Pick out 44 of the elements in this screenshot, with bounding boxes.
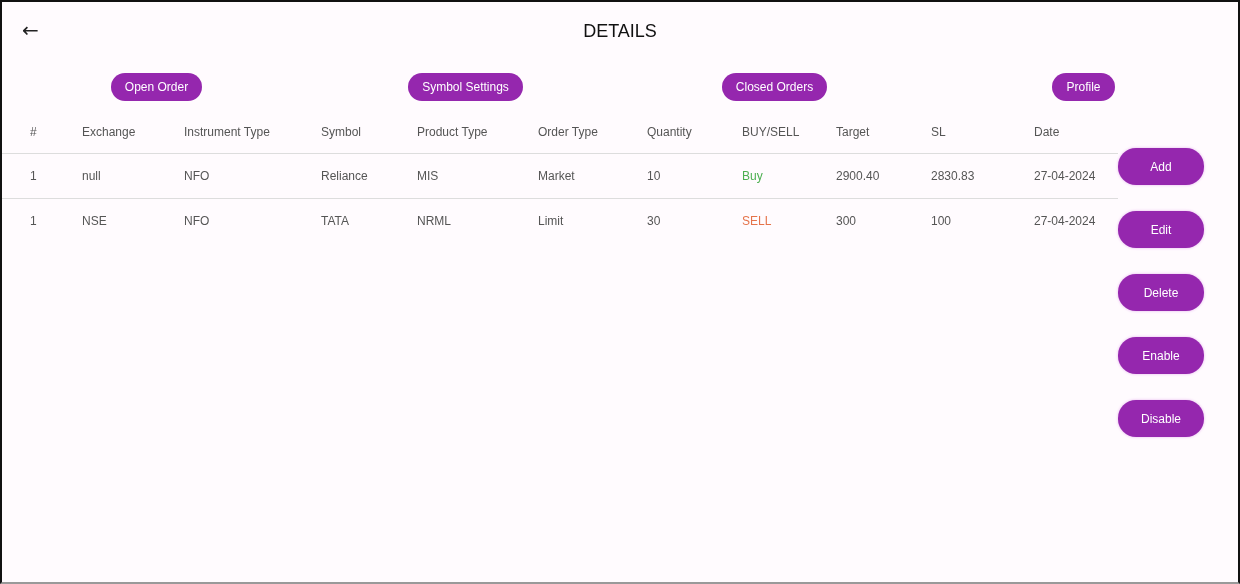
column-header: Exchange: [82, 124, 137, 139]
table-cell-text: 1: [30, 214, 38, 228]
action-button[interactable]: Disable: [1118, 400, 1204, 437]
table-cell-text: 300: [836, 214, 858, 228]
table-cell-text: null: [82, 169, 102, 183]
column-header: #: [30, 124, 38, 139]
table-cell-text: NSE: [82, 214, 108, 228]
table-cell-text: 2830.83: [931, 169, 976, 183]
page-title: DETAILS: [583, 20, 657, 42]
table-cell-text: NRML: [417, 214, 452, 228]
table-cell-text: 1: [30, 169, 38, 183]
table-cell-text: Market: [538, 169, 576, 183]
table-cell-text: SELL: [742, 214, 773, 228]
column-header: Instrument Type: [184, 124, 271, 139]
column-header: Order Type: [538, 124, 599, 139]
nav-button[interactable]: Open Order: [110, 73, 203, 101]
table-cell-text: 30: [647, 214, 662, 228]
table-cell-text: 27-04-2024: [1034, 214, 1097, 228]
table-cell-text: NFO: [184, 214, 211, 228]
table-cell-text: 2900.40: [836, 169, 881, 183]
table-cell-text: 27-04-2024: [1034, 169, 1097, 183]
nav-button[interactable]: Profile: [1052, 73, 1115, 101]
table-cell-text: NFO: [184, 169, 211, 183]
action-button[interactable]: Delete: [1118, 274, 1204, 311]
back-arrow-icon[interactable]: ←: [22, 20, 39, 40]
column-header: Target: [836, 124, 871, 139]
action-button[interactable]: Add: [1118, 148, 1204, 185]
action-button[interactable]: Edit: [1118, 211, 1204, 248]
table-cell-text: 100: [931, 214, 953, 228]
column-header: BUY/SELL: [742, 124, 801, 139]
table-cell-text: Buy: [742, 169, 764, 183]
table-cell-text: Limit: [538, 214, 565, 228]
table-cell-text: MIS: [417, 169, 440, 183]
table-cell-text: TATA: [321, 214, 350, 228]
column-header: Date: [1034, 124, 1061, 139]
column-header: Product Type: [417, 124, 489, 139]
nav-button[interactable]: Symbol Settings: [408, 73, 523, 101]
table-cell-text: 10: [647, 169, 662, 183]
column-header: Quantity: [647, 124, 693, 139]
column-header: SL: [931, 124, 947, 139]
column-header: Symbol: [321, 124, 362, 139]
action-button[interactable]: Enable: [1118, 337, 1204, 374]
nav-button[interactable]: Closed Orders: [721, 73, 828, 101]
table-cell-text: Reliance: [321, 169, 369, 183]
